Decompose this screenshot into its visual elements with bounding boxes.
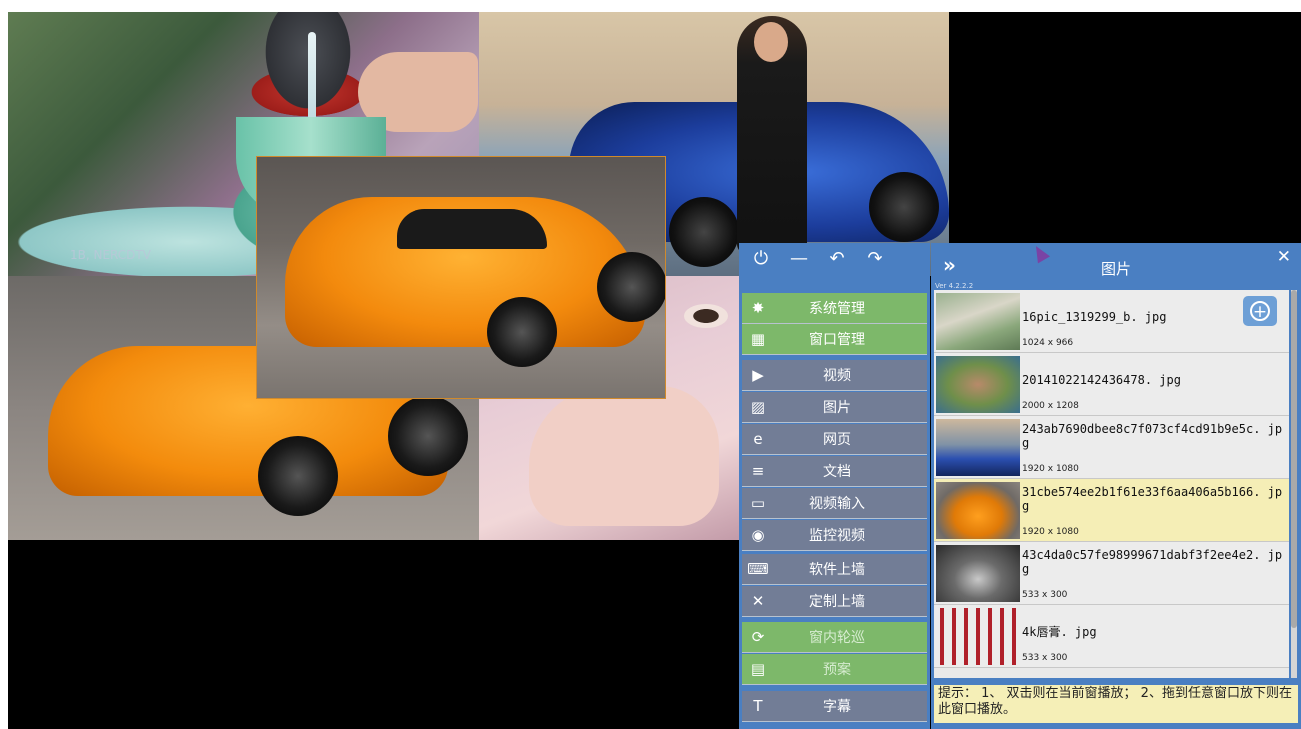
- file-name: 31cbe574ee2b1f61e33f6aa406a5b166. jpg: [1022, 485, 1283, 513]
- scrollbar[interactable]: [1291, 290, 1297, 678]
- software-icon: ⌨: [747, 560, 769, 578]
- menu-item-web[interactable]: e 网页: [742, 424, 927, 455]
- document-icon: ≡: [751, 462, 765, 480]
- file-name: 20141022142436478. jpg: [1022, 373, 1181, 387]
- orange-car-windshield: [397, 209, 547, 249]
- portrait-hand: [529, 386, 719, 526]
- left-toolbar: ⏻ — ↶ ↷: [739, 243, 930, 275]
- orange-car-wheel: [388, 396, 468, 476]
- menu-item-label: 监控视频: [809, 528, 865, 544]
- picture-panel: » 图片 ✕ Ver 4.2.2.2 16pic_1319299_b. jpg …: [931, 242, 1301, 729]
- video-input-icon: ▭: [750, 494, 766, 512]
- orange-car-wheel: [597, 252, 665, 322]
- thumbnail: [936, 356, 1020, 413]
- menu-item-video[interactable]: ▶ 视频: [742, 360, 927, 391]
- list-item[interactable]: 243ab7690dbee8c7f073cf4cd91b9e5c. jpg 19…: [934, 416, 1289, 479]
- thumbnail: [936, 419, 1020, 476]
- file-size: 533 x 300: [1022, 590, 1068, 600]
- blue-car-wheel: [869, 172, 939, 242]
- plan-icon: ▤: [750, 660, 766, 678]
- camera-icon: ◉: [751, 526, 765, 544]
- file-name: 4k唇膏. jpg: [1022, 625, 1097, 639]
- menu-item-surveillance[interactable]: ◉ 监控视频: [742, 520, 927, 551]
- power-icon[interactable]: ⏻: [751, 249, 771, 269]
- left-menu-panel: ⏻ — ↶ ↷ ✸ 系统管理 ▦ 窗口管理 ▶ 视频 ▨ 图片 e 网页 ≡ 文…: [739, 243, 930, 729]
- menu-item-cycle[interactable]: ⟳ 窗内轮巡: [742, 622, 927, 653]
- browser-icon: e: [753, 430, 763, 448]
- grid-icon: ▦: [750, 330, 766, 348]
- cycle-icon: ⟳: [751, 628, 765, 646]
- portrait-eye: [684, 304, 728, 328]
- menu-item-label: 图片: [823, 400, 851, 416]
- panel-header: » 图片 ✕ Ver 4.2.2.2: [931, 242, 1301, 290]
- file-size: 1920 x 1080: [1022, 527, 1079, 537]
- add-button[interactable]: +: [1243, 296, 1277, 326]
- list-item-selected[interactable]: 31cbe574ee2b1f61e33f6aa406a5b166. jpg 19…: [934, 479, 1289, 542]
- blue-car-wheel: [669, 197, 739, 267]
- menu-item-software[interactable]: ⌨ 软件上墙: [742, 554, 927, 585]
- file-name: 243ab7690dbee8c7f073cf4cd91b9e5c. jpg: [1022, 422, 1283, 450]
- list-item[interactable]: 20141022142436478. jpg 2000 x 1208: [934, 353, 1289, 416]
- version-label: Ver 4.2.2.2: [935, 282, 974, 290]
- menu-item-label: 定制上墙: [809, 594, 865, 610]
- picture-icon: ▨: [750, 398, 766, 416]
- wall-window-selected[interactable]: [256, 156, 666, 399]
- thumbnail: [936, 608, 1020, 665]
- menu-item-label: 字幕: [823, 699, 851, 715]
- thumbnail: [936, 545, 1020, 602]
- menu-item-subtitle[interactable]: T 字幕: [742, 691, 927, 722]
- file-size: 1024 x 966: [1022, 338, 1074, 348]
- undo-icon[interactable]: ↶: [827, 249, 847, 269]
- menu-item-label: 系统管理: [809, 301, 865, 317]
- menu-item-custom[interactable]: ✕ 定制上墙: [742, 586, 927, 617]
- orange-car-wheel: [487, 297, 557, 367]
- menu-item-label: 网页: [823, 432, 851, 448]
- subtitle-icon: T: [753, 697, 763, 715]
- tv-watermark: 1B, NERCDTV: [70, 248, 151, 262]
- plus-circle-icon: +: [1250, 301, 1270, 322]
- thumbnail: [936, 482, 1020, 539]
- minimize-icon[interactable]: —: [789, 249, 809, 269]
- menu-item-plan[interactable]: ▤ 预案: [742, 654, 927, 685]
- close-icon[interactable]: ✕: [1277, 247, 1291, 267]
- tools-icon: ✕: [751, 592, 765, 610]
- menu-item-system[interactable]: ✸ 系统管理: [742, 293, 927, 324]
- menu-item-label: 文档: [823, 464, 851, 480]
- orange-car-wheel: [258, 436, 338, 516]
- list-item[interactable]: 43c4da0c57fe98999671dabf3f2ee4e2. jpg 53…: [934, 542, 1289, 605]
- thumbnail: [936, 293, 1020, 350]
- menu-item-label: 视频输入: [809, 496, 865, 512]
- video-icon: ▶: [752, 366, 764, 384]
- gear-icon: ✸: [751, 299, 765, 317]
- hint-text: 提示： 1、 双击则在当前窗播放； 2、拖到任意窗口放下则在此窗口播放。: [934, 685, 1298, 723]
- file-name: 43c4da0c57fe98999671dabf3f2ee4e2. jpg: [1022, 548, 1283, 576]
- menu-item-label: 视频: [823, 368, 851, 384]
- menu-item-label: 窗内轮巡: [809, 630, 865, 646]
- list-item[interactable]: 16pic_1319299_b. jpg 1024 x 966 +: [934, 290, 1289, 353]
- redo-icon[interactable]: ↷: [865, 249, 885, 269]
- file-list[interactable]: 16pic_1319299_b. jpg 1024 x 966 + 201410…: [934, 290, 1289, 678]
- file-size: 2000 x 1208: [1022, 401, 1079, 411]
- menu-item-window[interactable]: ▦ 窗口管理: [742, 324, 927, 355]
- file-size: 1920 x 1080: [1022, 464, 1079, 474]
- menu-item-label: 窗口管理: [809, 332, 865, 348]
- file-size: 533 x 300: [1022, 653, 1068, 663]
- menu-item-label: 软件上墙: [809, 562, 865, 578]
- menu-item-video-input[interactable]: ▭ 视频输入: [742, 488, 927, 519]
- menu-item-picture[interactable]: ▨ 图片: [742, 392, 927, 423]
- scrollbar-thumb[interactable]: [1291, 290, 1297, 628]
- menu-item-label: 预案: [823, 662, 851, 678]
- list-item[interactable]: 4k唇膏. jpg 533 x 300: [934, 605, 1289, 668]
- woman-face: [754, 22, 788, 62]
- panel-title: 图片: [1100, 260, 1131, 278]
- menu-item-document[interactable]: ≡ 文档: [742, 456, 927, 487]
